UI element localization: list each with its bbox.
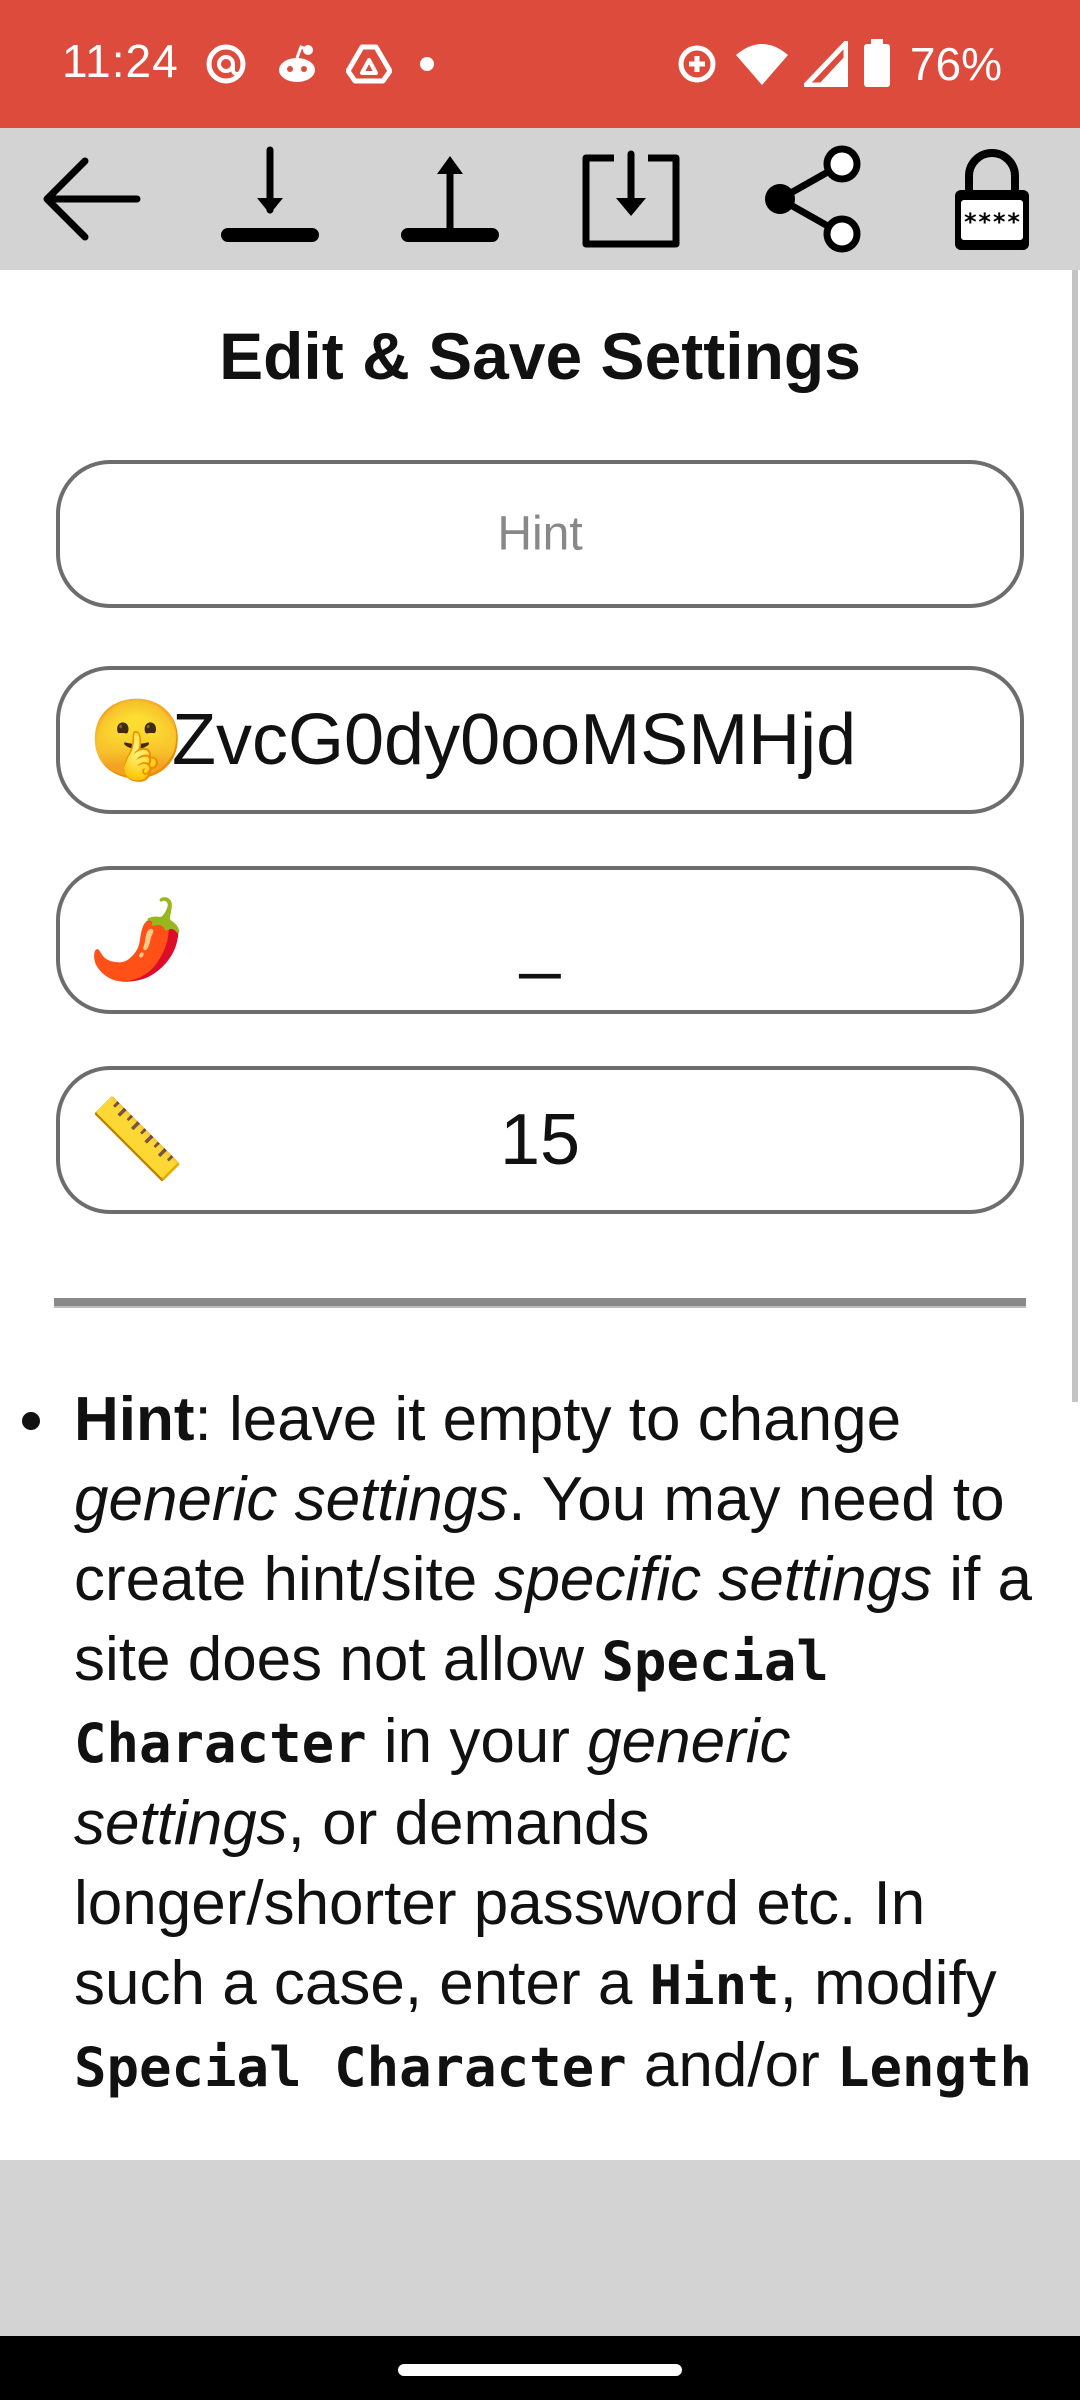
save-to-device-button[interactable] [561, 128, 701, 270]
lock-icon: **** [955, 149, 1029, 250]
bottom-panel [0, 2160, 1080, 2336]
password-output[interactable]: 🤫 ZvcG0dy0ooMSMHjd [56, 666, 1024, 814]
help-section: Hint: leave it empty to change generic s… [0, 1380, 1080, 2160]
back-button[interactable] [22, 128, 162, 270]
drive-icon [346, 44, 392, 84]
hint-input[interactable]: Hint [56, 460, 1024, 608]
hint-term: Hint [74, 1385, 195, 1454]
upload-button[interactable] [380, 128, 520, 270]
lock-text: **** [963, 208, 1021, 236]
page-title: Edit & Save Settings [219, 319, 861, 393]
shushing-face-icon: 🤫 [88, 695, 186, 785]
length-value: 15 [499, 1100, 581, 1180]
dot-icon [420, 57, 434, 71]
scrollbar[interactable] [1072, 270, 1078, 1402]
home-gesture-handle[interactable] [398, 2364, 682, 2376]
upload-icon [401, 156, 499, 242]
lock-button[interactable]: **** [922, 128, 1062, 270]
status-bar: 11:24 76% [0, 0, 1080, 128]
save-to-device-icon [582, 150, 680, 248]
share-icon [765, 145, 861, 253]
reddit-icon [279, 44, 315, 82]
battery-percentage: 76% [909, 38, 1002, 90]
signal-icon [803, 41, 848, 87]
back-arrow-icon [43, 157, 141, 241]
status-time: 11:24 [62, 35, 179, 87]
share-button[interactable] [743, 128, 883, 270]
data-saver-icon [678, 45, 716, 83]
bullet [22, 1412, 40, 1430]
download-button[interactable] [200, 128, 340, 270]
threads-icon [206, 44, 246, 84]
status-system-icons: 76% [674, 36, 1002, 92]
special-character-input[interactable]: 🌶️ _ [56, 866, 1024, 1014]
special-character-value: _ [519, 900, 561, 980]
download-icon [221, 146, 319, 242]
hint-placeholder: Hint [497, 507, 583, 561]
length-input[interactable]: 📏 15 [56, 1066, 1024, 1214]
help-text: Hint: leave it empty to change generic s… [74, 1385, 1033, 2100]
wifi-icon [735, 44, 788, 85]
status-notification-icons [204, 40, 436, 88]
battery-icon [863, 39, 890, 87]
divider [54, 1298, 1026, 1308]
toolbar: **** [0, 128, 1080, 270]
password-value: ZvcG0dy0ooMSMHjd [172, 700, 857, 780]
